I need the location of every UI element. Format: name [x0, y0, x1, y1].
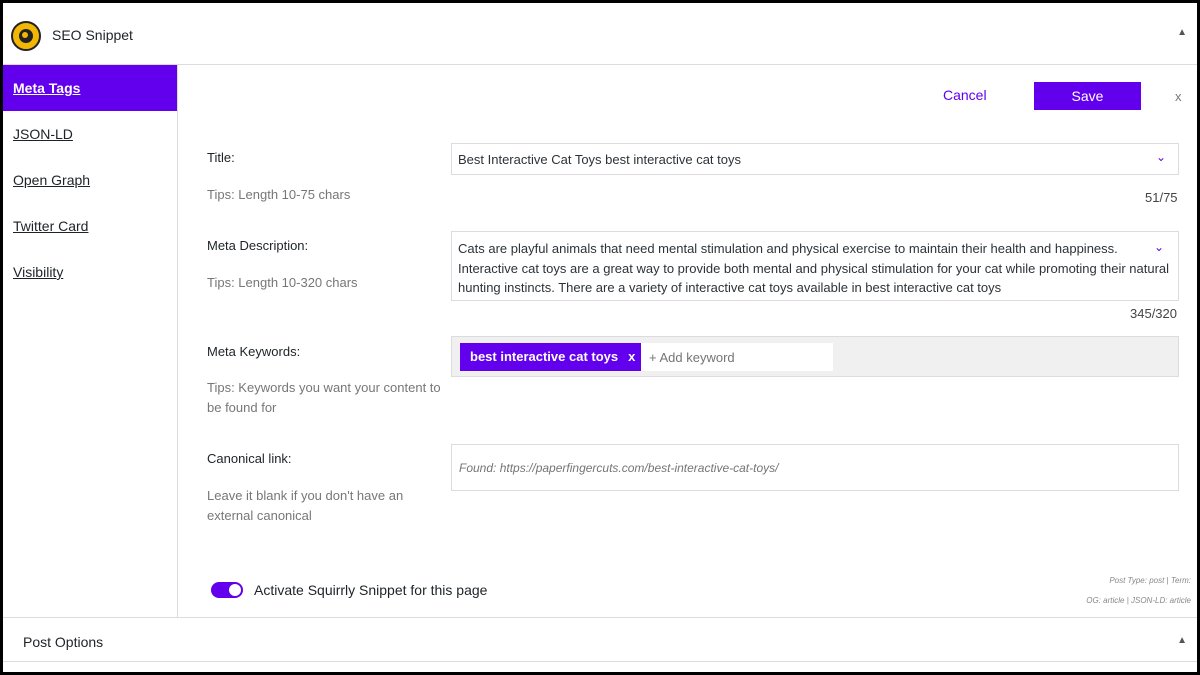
panel-title: SEO Snippet [52, 27, 133, 43]
chevron-down-icon[interactable]: ⌄ [1156, 150, 1166, 164]
post-type-info: Post Type: post | Term: [1109, 576, 1191, 585]
sidebar-item-twitter-card[interactable]: Twitter Card [3, 203, 177, 249]
cancel-button[interactable]: Cancel [943, 87, 987, 103]
title-label: Title: [207, 150, 235, 165]
description-value: Cats are playful animals that need menta… [458, 241, 1170, 295]
description-char-counter: 345/320 [1130, 306, 1177, 321]
title-tip: Tips: Length 10-75 chars [207, 187, 351, 202]
save-button[interactable]: Save [1034, 82, 1141, 110]
description-label: Meta Description: [207, 238, 309, 253]
remove-keyword-icon[interactable]: x [628, 349, 635, 364]
collapse-arrow-icon[interactable]: ▲ [1177, 27, 1187, 38]
panel-header: SEO Snippet ▲ [3, 3, 1197, 65]
post-options-title: Post Options [23, 634, 104, 650]
sidebar-item-json-ld[interactable]: JSON-LD [3, 111, 177, 157]
description-textarea[interactable]: Cats are playful animals that need menta… [451, 231, 1179, 301]
sidebar-item-meta-tags[interactable]: Meta Tags [3, 65, 177, 111]
canonical-input[interactable] [452, 445, 1178, 490]
title-value: Best Interactive Cat Toys best interacti… [458, 152, 741, 167]
keywords-field: best interactive cat toys x [451, 336, 1179, 377]
seo-snippet-panel: SEO Snippet ▲ Meta Tags JSON-LD Open Gra… [3, 3, 1197, 672]
description-tip: Tips: Length 10-320 chars [207, 275, 358, 290]
title-char-counter: 51/75 [1145, 190, 1178, 205]
keywords-tip: Tips: Keywords you want your content to … [207, 380, 441, 415]
title-input[interactable]: Best Interactive Cat Toys best interacti… [451, 143, 1179, 175]
collapse-arrow-icon[interactable]: ▲ [1177, 635, 1187, 646]
og-jsonld-info: OG: article | JSON-LD: article [1086, 596, 1191, 605]
sidebar-item-visibility[interactable]: Visibility [3, 249, 177, 295]
canonical-label: Canonical link: [207, 451, 292, 466]
meta-tags-form: Cancel Save x Title: Tips: Length 10-75 … [179, 65, 1197, 617]
canonical-tip: Leave it blank if you don't have an exte… [207, 488, 404, 523]
sidebar-item-open-graph[interactable]: Open Graph [3, 157, 177, 203]
sidebar: Meta Tags JSON-LD Open Graph Twitter Car… [3, 65, 178, 617]
activate-snippet-label: Activate Squirrly Snippet for this page [254, 582, 488, 598]
add-keyword-input[interactable] [641, 343, 833, 371]
post-options-panel[interactable]: Post Options ▲ [3, 617, 1197, 662]
chevron-down-icon[interactable]: ⌄ [1154, 238, 1164, 258]
keyword-tag: best interactive cat toys x [460, 343, 646, 371]
activate-snippet-toggle[interactable] [211, 582, 243, 598]
close-icon[interactable]: x [1175, 89, 1182, 104]
canonical-field [451, 444, 1179, 491]
keyword-tag-label: best interactive cat toys [470, 349, 619, 364]
squirrly-logo-icon [11, 21, 41, 51]
keywords-label: Meta Keywords: [207, 344, 301, 359]
